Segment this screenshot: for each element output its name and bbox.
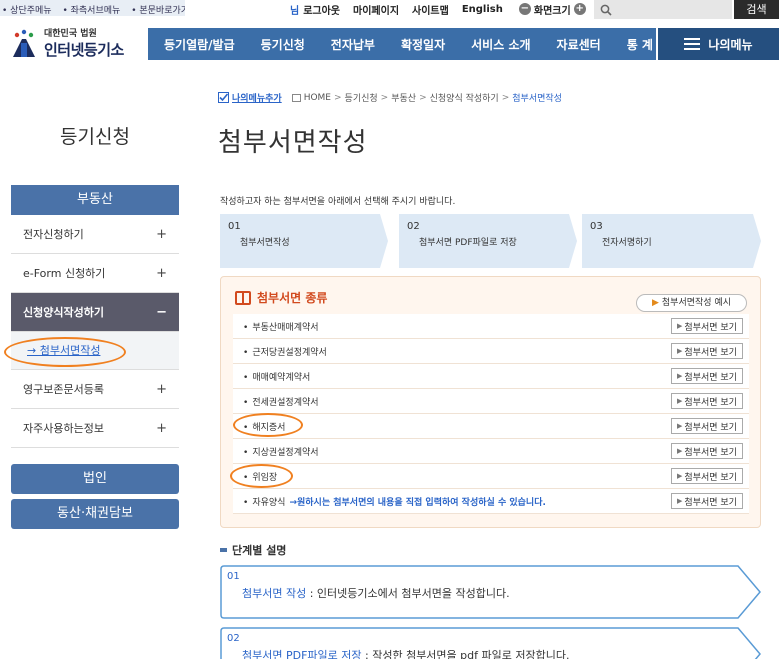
triangle-right-icon: ▶ (651, 298, 659, 308)
skip-links: • 상단주메뉴 • 좌측서브메뉴 • 본문바로가기 (0, 0, 185, 16)
user-icon: 님 (290, 5, 300, 17)
view-attachment-button[interactable]: ▶ 첨부서면 보기 (671, 493, 743, 509)
my-menu-label: 나의메뉴 (708, 37, 753, 52)
search-icon (600, 4, 612, 16)
zoom-label: 화면크기 (533, 5, 571, 17)
sidebar-item-frequent-info[interactable]: 자주사용하는정보 + (11, 409, 179, 448)
breadcrumb: 나의메뉴추가 HOME > 등기신청 > 부동산 > 신청양식 작성하기 > 첨… (218, 91, 562, 104)
breadcrumb-real-estate[interactable]: 부동산 (391, 91, 416, 104)
step-3: 03 전자서명하기 (582, 214, 761, 268)
view-attachment-button[interactable]: ▶ 첨부서면 보기 (671, 368, 743, 384)
site-logo[interactable]: 대한민국 법원 인터넷등기소 (8, 26, 124, 60)
expand-icon: + (156, 226, 167, 242)
court-emblem-icon (8, 27, 40, 59)
nav-fixed-date[interactable]: 확정일자 (401, 36, 445, 53)
intro-text: 작성하고자 하는 첨부서면을 아래에서 선택해 주시기 바랍니다. (220, 197, 456, 207)
step-desc-heading: 단계별 설명 (220, 542, 286, 558)
sidebar-item-permanent-docs[interactable]: 영구보존문서등록 + (11, 370, 179, 409)
collapse-icon: − (156, 304, 167, 320)
nav-register-apply[interactable]: 등기신청 (261, 36, 305, 53)
expand-icon: + (156, 265, 167, 281)
expand-icon: + (156, 381, 167, 397)
breadcrumb-register[interactable]: 등기신청 (345, 91, 378, 104)
nav-register-view[interactable]: 등기열람/발급 (164, 36, 235, 53)
sidebar-section-real-estate[interactable]: 부동산 (11, 185, 179, 215)
highlight-marker (233, 413, 303, 437)
step-2: 02 첨부서면 PDF파일로 저장 (399, 214, 577, 268)
view-attachment-button[interactable]: ▶ 첨부서면 보기 (671, 418, 743, 434)
breadcrumb-current: 첨부서면작성 (512, 94, 562, 104)
sidebar-movable-button[interactable]: 동산·채권담보 (11, 499, 179, 529)
list-item: • 근저당권설정계약서 ▶ 첨부서면 보기 (233, 339, 749, 364)
list-item: • 부동산매매계약서 ▶ 첨부서면 보기 (233, 314, 749, 339)
sidebar-item-e-apply[interactable]: 전자신청하기 + (11, 215, 179, 254)
logo-subtitle: 대한민국 법원 (44, 29, 97, 39)
zoom-in-button[interactable]: + (573, 3, 586, 15)
expand-icon: + (156, 420, 167, 436)
breadcrumb-home[interactable]: HOME (304, 93, 331, 103)
mypage-link[interactable]: 마이페이지 (353, 2, 399, 17)
zoom-out-button[interactable]: − (518, 3, 531, 15)
page-title: 첨부서면작성 (218, 128, 368, 158)
panel-title: 첨부서면 종류 (235, 289, 327, 306)
breadcrumb-form[interactable]: 신청양식 작성하기 (430, 91, 499, 104)
list-item: • 매매예약계약서 ▶ 첨부서면 보기 (233, 364, 749, 389)
add-my-menu-link[interactable]: 나의메뉴추가 (218, 91, 282, 104)
example-button[interactable]: ▶ 첨부서면작성 예시 (636, 294, 747, 312)
highlight-marker (230, 464, 293, 488)
list-item: • 자유양식 →원하시는 첨부서면의 내용을 직접 입력하여 작성하실 수 있습니다… (233, 489, 749, 514)
checkbox-icon (218, 92, 229, 103)
nav-service-intro[interactable]: 서비스 소개 (471, 36, 530, 53)
main-nav: 등기열람/발급 등기신청 전자납부 확정일자 서비스 소개 자료센터 통 계 (148, 28, 656, 60)
sidebar-item-eform[interactable]: e-Form 신청하기 + (11, 254, 179, 293)
logout-link[interactable]: 님 로그아웃 (290, 2, 340, 17)
list-item: • 전세권설정계약서 ▶ 첨부서면 보기 (233, 389, 749, 414)
nav-statistics[interactable]: 통 계 (627, 36, 653, 53)
zoom-control: − 화면크기 + (516, 2, 589, 17)
list-item: • 해지증서 ▶ 첨부서면 보기 (233, 414, 749, 439)
attachment-list: • 부동산매매계약서 ▶ 첨부서면 보기 • 근저당권설정계약서 ▶ 첨부서면 보기 •… (233, 314, 749, 514)
sidebar-title: 등기신청 (60, 126, 130, 148)
view-attachment-button[interactable]: ▶ 첨부서면 보기 (671, 443, 743, 459)
list-item: • 위임장 ▶ 첨부서면 보기 (233, 464, 749, 489)
sidebar-corporation-button[interactable]: 법인 (11, 464, 179, 494)
sidebar-menu: 부동산 전자신청하기 + e-Form 신청하기 + 신청양식작성하기 − → … (11, 185, 179, 448)
step-desc-2: 02 첨부서면 PDF파일로 저장 : 작성한 첨부서면을 pdf 파일로 저장… (220, 627, 762, 659)
nav-e-payment[interactable]: 전자납부 (331, 36, 375, 53)
search-input[interactable] (594, 0, 732, 19)
sidebar-item-form-writing[interactable]: 신청양식작성하기 − (11, 293, 179, 332)
highlight-marker (4, 337, 126, 367)
logo-title: 인터넷등기소 (44, 41, 124, 59)
english-link[interactable]: English (462, 4, 503, 15)
attachment-panel: 첨부서면 종류 ▶ 첨부서면작성 예시 • 부동산매매계약서 ▶ 첨부서면 보기 • 근… (220, 276, 761, 528)
section-marker-icon (220, 548, 227, 552)
view-attachment-button[interactable]: ▶ 첨부서면 보기 (671, 318, 743, 334)
home-icon (291, 93, 301, 102)
list-item: • 지상권설정계약서 ▶ 첨부서면 보기 (233, 439, 749, 464)
step-desc-1: 01 첨부서면 작성 : 인터넷등기소에서 첨부서면을 작성합니다. (220, 565, 762, 619)
search-button[interactable]: 검색 (734, 0, 779, 19)
my-menu-button[interactable]: 나의메뉴 (658, 28, 779, 60)
hamburger-icon (684, 38, 701, 50)
skip-link-content[interactable]: • 본문바로가기 (131, 6, 185, 16)
view-attachment-button[interactable]: ▶ 첨부서면 보기 (671, 393, 743, 409)
skip-link-left-menu[interactable]: • 좌측서브메뉴 (62, 6, 124, 16)
skip-link-top-menu[interactable]: • 상단주메뉴 (2, 6, 56, 16)
book-icon (235, 290, 251, 305)
view-attachment-button[interactable]: ▶ 첨부서면 보기 (671, 343, 743, 359)
nav-data-center[interactable]: 자료센터 (557, 36, 601, 53)
utility-bar: 님 로그아웃 마이페이지 사이트맵 English − 화면크기 + (290, 0, 602, 18)
step-1: 01 첨부서면작성 (220, 214, 388, 268)
view-attachment-button[interactable]: ▶ 첨부서면 보기 (671, 468, 743, 484)
step-indicator: 01 첨부서면작성 02 첨부서면 PDF파일로 저장 03 전자서명하기 (220, 214, 761, 268)
sitemap-link[interactable]: 사이트맵 (412, 2, 449, 17)
